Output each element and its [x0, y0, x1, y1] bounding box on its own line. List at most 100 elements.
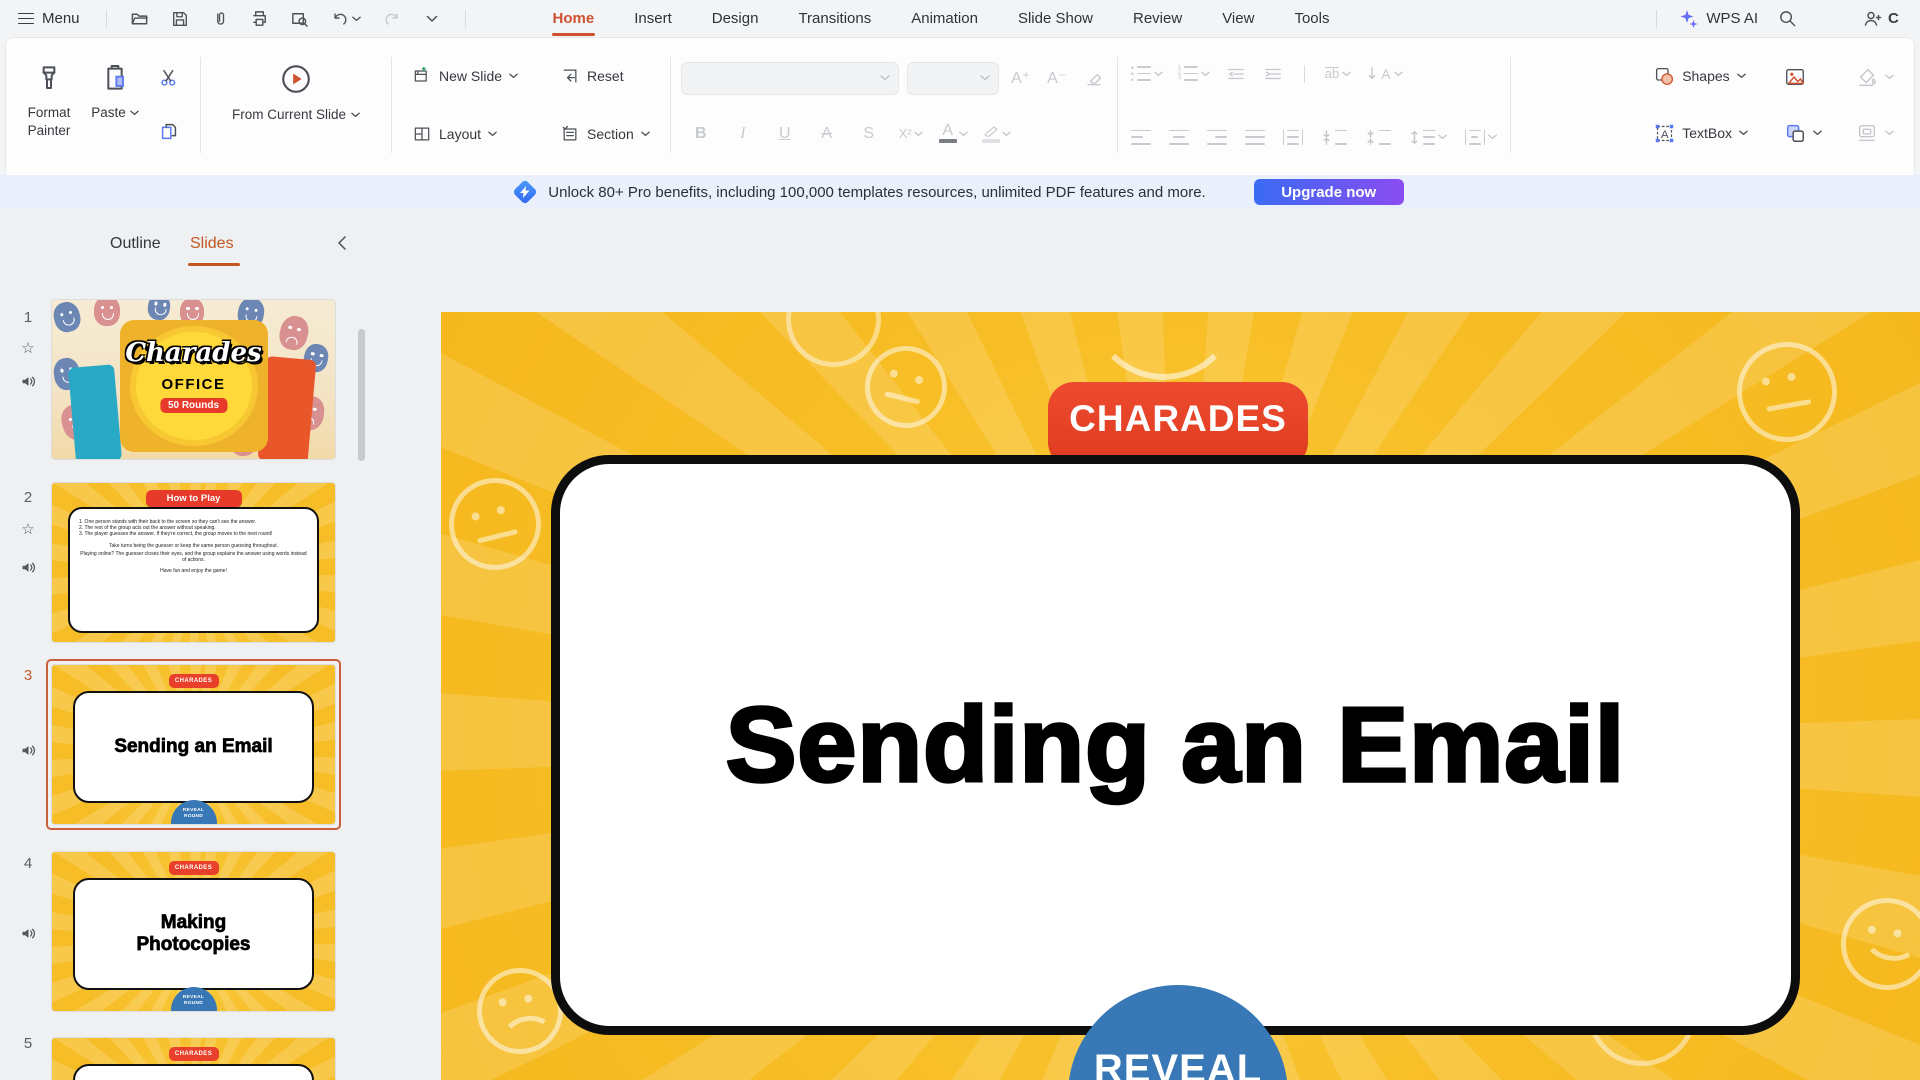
strikethrough-button[interactable]: S	[855, 120, 883, 148]
superscript-button[interactable]: X²	[897, 120, 925, 148]
increase-font-button[interactable]: A⁺	[1007, 64, 1035, 92]
decrease-indent-button[interactable]	[1222, 62, 1250, 86]
slide-panel: Outline Slides 1 ☆ 2 ☆ 3 4 5	[0, 209, 375, 1080]
fill-bucket-icon	[1856, 66, 1878, 88]
justify-button[interactable]	[1242, 127, 1268, 148]
print-preview-button[interactable]	[285, 5, 315, 33]
italic-button[interactable]: I	[729, 120, 757, 148]
tab-transitions[interactable]: Transitions	[783, 0, 886, 37]
decrease-font-button[interactable]: A⁻	[1043, 64, 1071, 92]
tab-outline[interactable]: Outline	[110, 235, 161, 253]
tab-home[interactable]: Home	[538, 0, 610, 37]
save-button[interactable]	[165, 5, 195, 33]
shape-outline-button[interactable]	[1850, 118, 1900, 148]
print-button[interactable]	[245, 5, 275, 33]
font-color-button[interactable]: A	[939, 120, 968, 148]
animation-star-icon: ☆	[16, 341, 40, 356]
textbox-button[interactable]: A TextBox	[1648, 119, 1754, 148]
tab-slides[interactable]: Slides	[190, 235, 234, 253]
align-left-button[interactable]	[1128, 127, 1154, 148]
thumb1-subtitle: OFFICE	[52, 376, 335, 393]
vertical-align-button[interactable]	[1462, 127, 1500, 148]
tab-tools[interactable]: Tools	[1279, 0, 1344, 37]
increase-para-spacing-button[interactable]	[1318, 127, 1350, 148]
new-slide-label: New Slide	[439, 68, 502, 84]
main-menu-button[interactable]: Menu	[14, 5, 88, 33]
open-file-button[interactable]	[125, 5, 155, 33]
bullet-list-icon: •••	[1131, 66, 1151, 81]
align-right-button[interactable]	[1204, 127, 1230, 148]
slide-title-text[interactable]: Sending an Email	[726, 685, 1626, 806]
slide-thumbnail-4[interactable]: CHARADES Making Photocopies REVEAL ROUND	[52, 852, 335, 1011]
wps-ai-button[interactable]: WPS AI	[1679, 9, 1758, 29]
slide-thumbnail-5[interactable]: CHARADES	[52, 1038, 335, 1080]
slide-thumbnail-1[interactable]: Charades OFFICE 50 Rounds	[52, 300, 335, 459]
format-painter-button[interactable]: FormatPainter	[16, 52, 82, 158]
bullets-button[interactable]: •••	[1128, 63, 1166, 84]
collapse-toolbar-button[interactable]	[417, 5, 447, 33]
slide-thumbnail-2[interactable]: How to Play 1. One person stands with th…	[52, 483, 335, 642]
text-direction-button[interactable]: ab	[1322, 64, 1354, 83]
export-button[interactable]	[205, 5, 235, 33]
tab-insert[interactable]: Insert	[619, 0, 687, 37]
redo-button[interactable]	[377, 5, 407, 33]
panel-scrollbar[interactable]	[358, 329, 365, 461]
tab-animation[interactable]: Animation	[896, 0, 993, 37]
align-center-button[interactable]	[1166, 127, 1192, 148]
font-name-select[interactable]	[681, 62, 899, 95]
paste-button[interactable]: Paste	[82, 52, 148, 158]
distribute-button[interactable]	[1280, 127, 1306, 148]
char-spacing-button[interactable]: A	[813, 120, 841, 148]
text-orientation-button[interactable]: A	[1363, 63, 1405, 85]
bold-glyph: B	[695, 125, 707, 143]
ribbon-tabs: Home Insert Design Transitions Animation…	[538, 0, 1345, 37]
current-slide[interactable]: CHARADES Sending an Email REVEAL	[441, 312, 1920, 1080]
bold-button[interactable]: B	[687, 120, 715, 148]
copy-button[interactable]	[152, 117, 186, 147]
tab-slide-show[interactable]: Slide Show	[1003, 0, 1108, 37]
collapse-panel-button[interactable]	[330, 231, 354, 255]
thumb2-paragraph: Playing online? The guesser closes their…	[79, 551, 308, 563]
chevron-down-icon	[1394, 71, 1403, 77]
tab-design[interactable]: Design	[697, 0, 774, 37]
insert-picture-button[interactable]	[1778, 62, 1828, 92]
increase-indent-button[interactable]	[1259, 62, 1287, 86]
arrange-button[interactable]	[1778, 118, 1828, 148]
tab-review[interactable]: Review	[1118, 0, 1197, 37]
underline-button[interactable]: U	[771, 120, 799, 148]
shapes-button[interactable]: Shapes	[1648, 62, 1754, 91]
account-button[interactable]: C	[1862, 9, 1920, 29]
line-spacing-button[interactable]	[1406, 127, 1450, 148]
highlight-button[interactable]	[982, 120, 1011, 148]
audio-icon	[16, 373, 40, 390]
thumb1-title: Charades	[52, 338, 335, 368]
section-button[interactable]: Section	[554, 120, 656, 148]
reset-button[interactable]: Reset	[554, 62, 656, 90]
search-button[interactable]	[1772, 5, 1802, 33]
shape-fill-button[interactable]	[1850, 62, 1900, 92]
thumb3-reveal-line1: REVEAL	[183, 808, 204, 813]
undo-button[interactable]	[325, 5, 367, 33]
decrease-para-spacing-button[interactable]	[1362, 127, 1394, 148]
font-size-select[interactable]	[907, 62, 999, 95]
slide-thumbnail-3[interactable]: CHARADES Sending an Email REVEAL ROUND	[52, 665, 335, 824]
font-color-swatch	[939, 139, 957, 143]
new-slide-button[interactable]: New Slide	[406, 62, 524, 90]
format-painter-label: Format	[28, 105, 71, 120]
thumb3-title: Sending an Email	[114, 736, 272, 758]
thumb5-charades-tag: CHARADES	[169, 1047, 219, 1061]
numbering-button[interactable]: 123	[1175, 63, 1213, 84]
layout-button[interactable]: Layout	[406, 120, 524, 148]
arrow-up-down-icon	[1321, 130, 1332, 145]
person-add-icon	[1862, 9, 1882, 29]
from-current-slide-button[interactable]: From Current Slide	[211, 52, 381, 158]
clear-format-button[interactable]	[1079, 64, 1107, 92]
cut-button[interactable]	[152, 63, 186, 93]
upgrade-now-button[interactable]: Upgrade now	[1254, 179, 1404, 205]
chevron-down-icon	[352, 16, 361, 22]
chevron-down-icon	[880, 75, 890, 81]
title-box[interactable]: Sending an Email	[551, 455, 1800, 1035]
tab-view[interactable]: View	[1207, 0, 1269, 37]
menu-label: Menu	[42, 10, 80, 27]
divider	[465, 10, 466, 28]
